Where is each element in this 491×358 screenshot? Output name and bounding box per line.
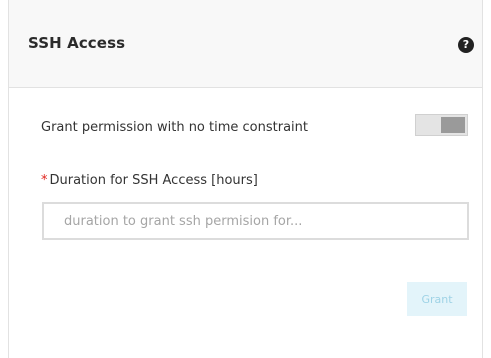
duration-label: * Duration for SSH Access [hours] [41,173,258,188]
panel-title: SSH Access [28,34,126,52]
ssh-access-panel: SSH Access ? Grant permission with no ti… [8,0,483,358]
required-marker: * [41,173,48,188]
duration-input[interactable] [42,202,469,240]
panel-header: SSH Access ? [9,0,482,88]
help-icon[interactable]: ? [458,37,474,53]
no-time-constraint-label: Grant permission with no time constraint [41,120,308,135]
grant-button[interactable]: Grant [407,282,467,316]
no-time-constraint-toggle[interactable] [415,114,468,136]
duration-label-text: Duration for SSH Access [hours] [49,173,258,188]
toggle-knob [441,117,465,133]
